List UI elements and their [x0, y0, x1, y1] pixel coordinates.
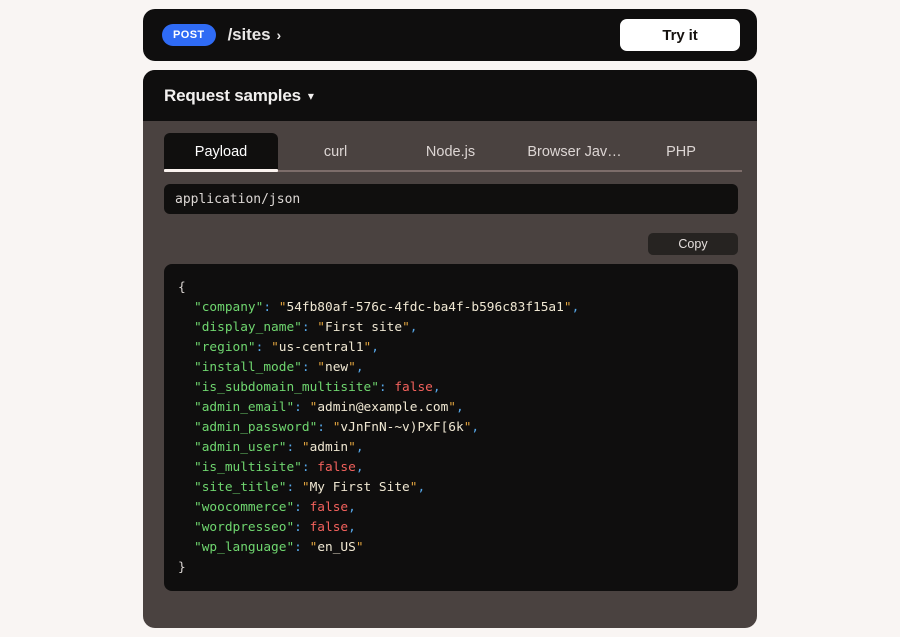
code-line: "company": "54fb80af-576c-4fdc-ba4f-b596…: [178, 298, 738, 318]
copy-button[interactable]: Copy: [648, 233, 738, 255]
endpoint-path: /sites: [228, 25, 271, 45]
sample-tabs-wrap: Payload curl Node.js Browser Jav… PHP: [143, 133, 757, 172]
content-type-bar[interactable]: application/json: [164, 184, 738, 214]
code-line: "site_title": "My First Site",: [178, 478, 738, 498]
code-line: }: [178, 558, 738, 578]
tab-payload-label: Payload: [195, 144, 247, 160]
api-reference-page: POST /sites › Try it Request samples ▾ P…: [0, 0, 900, 637]
tab-curl[interactable]: curl: [278, 133, 393, 170]
tab-payload[interactable]: Payload: [164, 133, 278, 170]
payload-code: {"company": "54fb80af-576c-4fdc-ba4f-b59…: [178, 278, 738, 578]
http-method-badge: POST: [162, 24, 216, 46]
tab-nodejs-label: Node.js: [426, 144, 475, 160]
code-line: "woocommerce": false,: [178, 498, 738, 518]
try-it-button[interactable]: Try it: [620, 19, 740, 51]
tab-browser-javascript-label: Browser Jav…: [527, 144, 621, 160]
request-samples-card: Request samples ▾ Payload curl Node.js B…: [143, 70, 757, 628]
tab-php[interactable]: PHP: [641, 133, 721, 170]
content-type-value: application/json: [175, 192, 300, 207]
payload-code-block[interactable]: {"company": "54fb80af-576c-4fdc-ba4f-b59…: [164, 264, 738, 591]
code-line: "admin_password": "vJnFnN-~v)PxF[6k",: [178, 418, 738, 438]
copy-row: Copy: [143, 214, 757, 255]
code-line: "install_mode": "new",: [178, 358, 738, 378]
sample-tabs: Payload curl Node.js Browser Jav… PHP: [143, 133, 757, 170]
tab-nodejs[interactable]: Node.js: [393, 133, 508, 170]
code-line: "is_multisite": false,: [178, 458, 738, 478]
chevron-down-icon[interactable]: ▾: [308, 90, 314, 102]
code-line: "wp_language": "en_US": [178, 538, 738, 558]
tab-curl-label: curl: [324, 144, 347, 160]
tab-active-indicator: [164, 169, 278, 172]
code-line: "admin_email": "admin@example.com",: [178, 398, 738, 418]
code-line: "admin_user": "admin",: [178, 438, 738, 458]
request-samples-title: Request samples: [164, 86, 301, 106]
code-line: "is_subdomain_multisite": false,: [178, 378, 738, 398]
code-line: {: [178, 278, 738, 298]
tab-php-label: PHP: [666, 144, 696, 160]
code-line: "display_name": "First site",: [178, 318, 738, 338]
code-line: "region": "us-central1",: [178, 338, 738, 358]
request-samples-header[interactable]: Request samples ▾: [143, 70, 757, 121]
code-line: "wordpresseo": false,: [178, 518, 738, 538]
tab-browser-javascript[interactable]: Browser Jav…: [508, 133, 641, 170]
chevron-right-icon[interactable]: ›: [276, 27, 281, 43]
endpoint-card: POST /sites › Try it: [143, 9, 757, 61]
